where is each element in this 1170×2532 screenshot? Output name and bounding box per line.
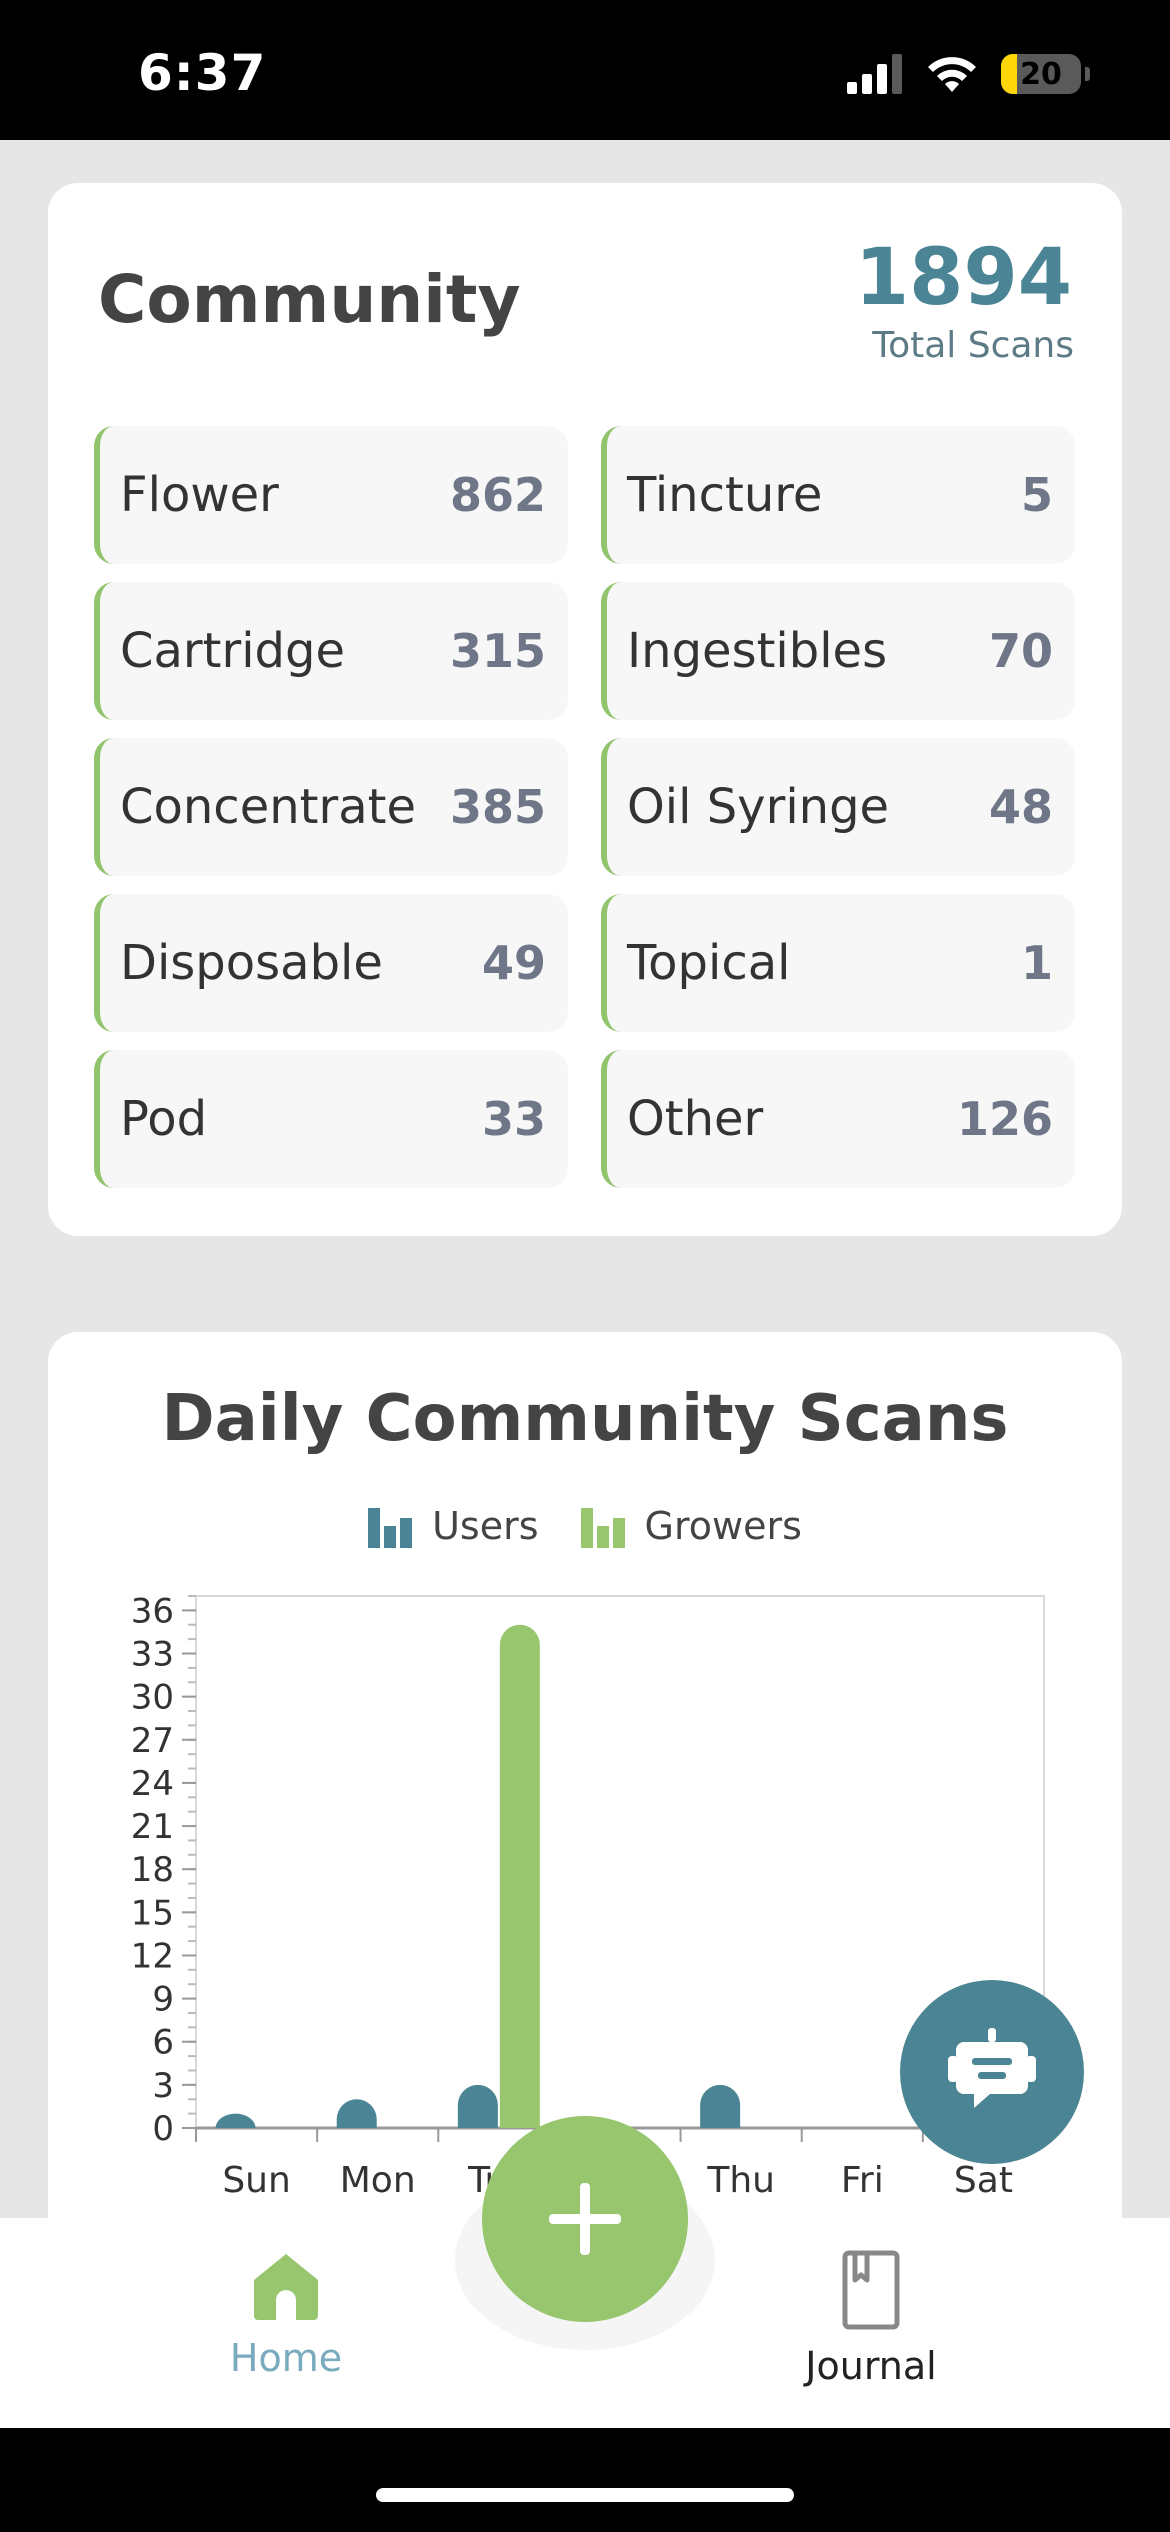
- category-tile-tincture[interactable]: Tincture 5: [601, 426, 1075, 564]
- total-scans-label: Total Scans: [872, 325, 1074, 366]
- category-label: Flower: [120, 467, 279, 523]
- journal-icon: [842, 2250, 900, 2330]
- category-label: Tincture: [627, 467, 823, 523]
- bar-users: [336, 2099, 377, 2128]
- category-label: Pod: [120, 1091, 208, 1147]
- status-time: 6:37: [138, 44, 267, 102]
- bar-users: [215, 2113, 256, 2128]
- category-tile-flower[interactable]: Flower 862: [94, 426, 568, 564]
- tab-journal[interactable]: Journal: [751, 2250, 991, 2388]
- category-count: 385: [449, 780, 546, 834]
- battery-icon: 20: [1001, 54, 1081, 94]
- community-title: Community: [98, 261, 521, 338]
- cellular-signal-icon: [847, 54, 902, 94]
- tab-home-label: Home: [229, 2336, 343, 2380]
- bar-users: [700, 2084, 741, 2128]
- category-label: Concentrate: [120, 779, 416, 835]
- category-count: 862: [449, 468, 546, 522]
- bar-users: [457, 2084, 498, 2128]
- category-label: Oil Syringe: [627, 779, 890, 835]
- category-count: 126: [956, 1092, 1053, 1146]
- category-tile-pod[interactable]: Pod 33: [94, 1050, 568, 1188]
- category-count: 33: [481, 1092, 546, 1146]
- category-count: 1: [1020, 936, 1053, 990]
- category-count: 49: [481, 936, 546, 990]
- y-tick-label: 0: [152, 2109, 174, 2149]
- y-tick-label: 36: [131, 1591, 174, 1631]
- tab-journal-label: Journal: [805, 2344, 937, 2388]
- chat-bot-icon: [948, 2028, 1036, 2108]
- x-tick-label: Thu: [706, 2160, 775, 2201]
- y-tick-label: 30: [131, 1678, 174, 1718]
- category-label: Other: [627, 1091, 764, 1147]
- x-tick-label: Mon: [340, 2160, 416, 2201]
- y-tick-label: 21: [131, 1807, 174, 1847]
- y-tick-label: 15: [131, 1893, 174, 1933]
- home-indicator[interactable]: [376, 2488, 794, 2502]
- category-tile-other[interactable]: Other 126: [601, 1050, 1075, 1188]
- category-count: 70: [988, 624, 1053, 678]
- y-tick-label: 3: [152, 2066, 174, 2106]
- category-tile-oil-syringe[interactable]: Oil Syringe 48: [601, 738, 1075, 876]
- tab-home[interactable]: Home: [166, 2250, 406, 2380]
- add-scan-button[interactable]: [482, 2116, 688, 2322]
- plus-icon: [549, 2183, 621, 2255]
- category-tile-cartridge[interactable]: Cartridge 315: [94, 582, 568, 720]
- status-icons: 20: [847, 54, 1090, 94]
- bar-growers: [499, 1624, 540, 2128]
- x-tick-label: Fri: [841, 2160, 884, 2201]
- category-label: Cartridge: [120, 623, 346, 679]
- home-icon: [254, 2254, 318, 2320]
- category-tile-ingestibles[interactable]: Ingestibles 70: [601, 582, 1075, 720]
- category-label: Disposable: [120, 935, 383, 991]
- category-tile-concentrate[interactable]: Concentrate 385: [94, 738, 568, 876]
- status-bar: 6:37 20: [0, 0, 1170, 140]
- category-tile-topical[interactable]: Topical 1: [601, 894, 1075, 1032]
- chat-assistant-button[interactable]: [900, 1980, 1084, 2164]
- category-tile-disposable[interactable]: Disposable 49: [94, 894, 568, 1032]
- y-tick-label: 12: [131, 1936, 174, 1976]
- total-scans-count: 1894: [854, 233, 1072, 323]
- y-tick-label: 9: [152, 1980, 174, 2020]
- x-tick-label: Sat: [954, 2160, 1013, 2201]
- community-card: Community 1894 Total Scans Flower 862 Ti…: [48, 183, 1122, 1236]
- home-indicator-area: [0, 2428, 1170, 2532]
- category-count: 48: [988, 780, 1053, 834]
- x-tick-label: Sun: [222, 2160, 290, 2201]
- y-tick-label: 24: [131, 1764, 174, 1804]
- category-label: Ingestibles: [627, 623, 888, 679]
- y-tick-label: 27: [131, 1721, 174, 1761]
- y-tick-label: 33: [131, 1635, 174, 1675]
- y-tick-label: 6: [152, 2023, 174, 2063]
- wifi-icon: [928, 57, 976, 92]
- y-tick-label: 18: [131, 1850, 174, 1890]
- category-count: 5: [1020, 468, 1053, 522]
- category-label: Topical: [627, 935, 791, 991]
- battery-level: 20: [1020, 56, 1062, 92]
- category-count: 315: [449, 624, 546, 678]
